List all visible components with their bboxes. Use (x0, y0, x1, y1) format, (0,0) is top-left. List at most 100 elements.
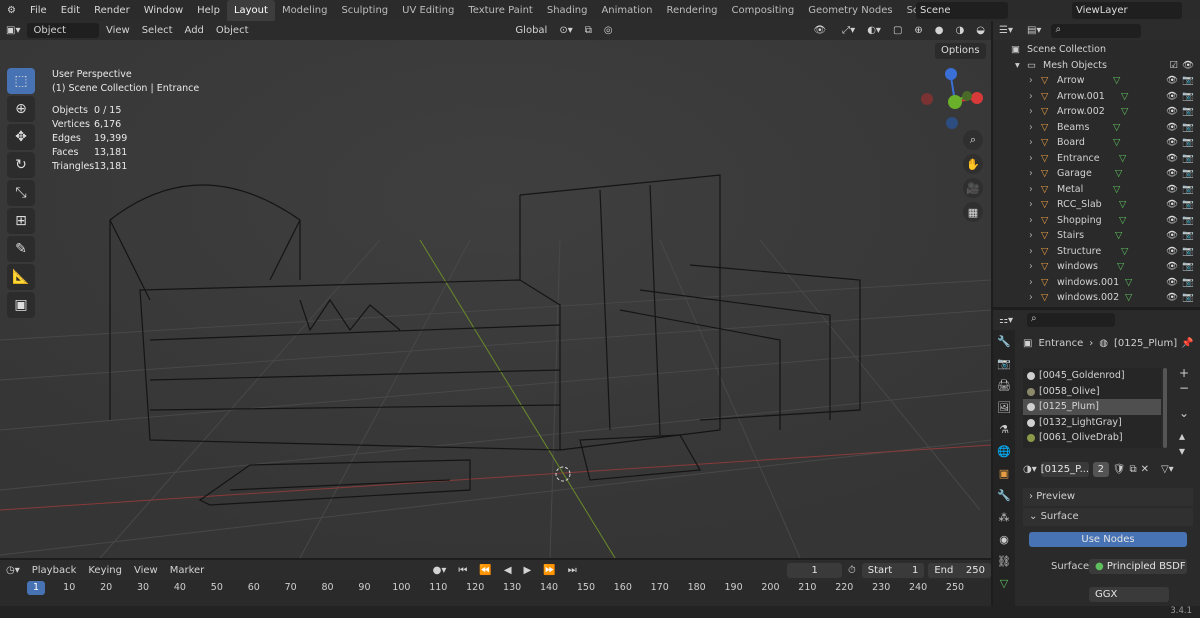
add-slot-icon[interactable]: + (1179, 366, 1189, 381)
camera-render-icon[interactable]: 📷 (1182, 73, 1194, 89)
outliner-object-row[interactable]: › ▽ Entrance ▽ 👁 📷 (993, 151, 1200, 167)
camera-render-icon[interactable]: 📷 (1182, 197, 1194, 213)
object-tab-icon[interactable]: ▣ (993, 462, 1015, 484)
modifier-tab-icon[interactable]: 🔧 (993, 484, 1015, 506)
scene-tab-icon[interactable]: ⚗ (993, 418, 1015, 440)
mesh-data-icon[interactable]: ▽ (1125, 275, 1132, 291)
eye-icon[interactable]: 👁 (1166, 135, 1178, 151)
camera-render-icon[interactable]: 📷 (1182, 259, 1194, 275)
mesh-data-icon[interactable]: ▽ (1121, 89, 1128, 105)
outliner-search-input[interactable]: ⌕ (1051, 23, 1142, 38)
play-reverse-icon[interactable]: ◀ (499, 563, 517, 578)
select-box-icon[interactable]: ⬚ (7, 68, 35, 94)
measure-icon[interactable]: 📐 (7, 264, 35, 290)
outliner-object-row[interactable]: › ▽ Arrow.002 ▽ 👁 📷 (993, 104, 1200, 120)
eye-icon[interactable]: 👁 (1166, 104, 1178, 120)
camera-render-icon[interactable]: 📷 (1182, 89, 1194, 105)
camera-render-icon[interactable]: 📷 (1182, 228, 1194, 244)
mesh-data-icon[interactable]: ▽ (1117, 259, 1124, 275)
checkbox-icon[interactable]: ☑ (1169, 58, 1178, 74)
expand-arrow-icon[interactable]: › (1029, 213, 1033, 229)
mesh-data-icon[interactable]: ▽ (1113, 182, 1120, 198)
rotate-icon[interactable]: ↻ (7, 152, 35, 178)
mesh-data-icon[interactable]: ▽ (1119, 151, 1126, 167)
xray-icon[interactable]: ▢ (888, 23, 907, 38)
menu-file[interactable]: File (23, 0, 54, 21)
view-layer-selector[interactable]: ViewLayer (1072, 2, 1182, 19)
camera-render-icon[interactable]: 📷 (1182, 120, 1194, 136)
overlays-icon[interactable]: ◐▾ (862, 23, 886, 38)
preview-panel[interactable]: › Preview (1023, 488, 1193, 506)
expand-arrow-icon[interactable]: › (1029, 89, 1033, 105)
gizmo-z-axis[interactable] (945, 68, 957, 80)
world-tab-icon[interactable]: 🌐 (993, 440, 1015, 462)
outliner-object-row[interactable]: › ▽ Metal ▽ 👁 📷 (993, 182, 1200, 198)
blender-logo-icon[interactable]: ⚙ (0, 0, 23, 21)
outliner-object-row[interactable]: › ▽ windows.002 ▽ 👁 📷 (993, 290, 1200, 306)
stopwatch-icon[interactable]: ⏱ (843, 563, 861, 578)
mesh-data-icon[interactable]: ▽ (1121, 104, 1128, 120)
current-frame-field[interactable]: 1 (787, 562, 842, 578)
eye-icon[interactable]: 👁 (1166, 182, 1178, 198)
outliner-object-row[interactable]: › ▽ Arrow ▽ 👁 📷 (993, 73, 1200, 89)
transform-icon[interactable]: ⊞ (7, 208, 35, 234)
annotate-icon[interactable]: ✎ (7, 236, 35, 262)
mesh-data-icon[interactable]: ▽ (1113, 73, 1120, 89)
tab-geometry-nodes[interactable]: Geometry Nodes (801, 0, 899, 21)
prev-key-icon[interactable]: ⏪ (474, 563, 496, 578)
play-icon[interactable]: ▶ (519, 563, 537, 578)
tab-layout[interactable]: Layout (226, 0, 275, 21)
mesh-objects-row[interactable]: ▾ ▭ Mesh Objects ☑ 👁 (993, 58, 1200, 74)
outliner-type-icon[interactable]: ☰▾ (999, 25, 1013, 36)
display-mode-icon[interactable]: ▤▾ (1027, 25, 1041, 36)
move-icon[interactable]: ✥ (7, 124, 35, 150)
material-slot[interactable]: [0058_Olive] (1023, 384, 1161, 400)
distribution-dropdown[interactable]: GGX (1089, 587, 1169, 602)
expand-arrow-icon[interactable]: › (1029, 244, 1033, 260)
eye-icon[interactable]: 👁 (1166, 166, 1178, 182)
gizmo-y-axis[interactable] (948, 95, 962, 109)
mesh-data-icon[interactable]: ▽ (1121, 244, 1128, 260)
expand-arrow-icon[interactable]: › (1029, 135, 1033, 151)
properties-type-icon[interactable]: ⚏▾ (999, 315, 1013, 326)
shading-wireframe-icon[interactable]: ⊕ (909, 23, 927, 38)
camera-render-icon[interactable]: 📷 (1182, 166, 1194, 182)
users-count[interactable]: 2 (1092, 462, 1109, 477)
eye-icon[interactable]: 👁 (1166, 228, 1178, 244)
pivot-icon[interactable]: ⊙▾ (554, 23, 577, 38)
next-key-icon[interactable]: ⏩ (538, 563, 560, 578)
snap-icon[interactable]: ⧉ (580, 23, 597, 38)
tab-animation[interactable]: Animation (594, 0, 659, 21)
gizmo-x-axis[interactable] (971, 92, 983, 104)
eye-icon[interactable]: 👁 (1166, 290, 1178, 306)
eye-icon[interactable]: 👁 (1166, 120, 1178, 136)
mesh-data-icon[interactable]: ▽ (1125, 290, 1132, 306)
output-tab-icon[interactable]: 🖨 (993, 374, 1015, 396)
gizmo-neg-z[interactable] (946, 117, 958, 129)
tool-tab-icon[interactable]: 🔧 (993, 330, 1015, 352)
menu-render[interactable]: Render (87, 0, 137, 21)
mesh-data-icon[interactable]: ▽ (1115, 166, 1122, 182)
data-tab-icon[interactable]: ▽ (993, 572, 1015, 594)
scene-collection-row[interactable]: ▣ Scene Collection (993, 42, 1200, 58)
record-icon[interactable]: ●▾ (428, 563, 452, 578)
gizmo-neg-y[interactable] (962, 91, 972, 101)
outliner-object-row[interactable]: › ▽ Structure ▽ 👁 📷 (993, 244, 1200, 260)
physics-tab-icon[interactable]: ◉ (993, 528, 1015, 550)
camera-render-icon[interactable]: 📷 (1182, 275, 1194, 291)
menu-view[interactable]: View (101, 23, 135, 38)
playback-menu[interactable]: Playback (27, 563, 82, 578)
menu-select[interactable]: Select (137, 23, 178, 38)
gizmo-neg-x[interactable] (921, 93, 933, 105)
outliner-object-row[interactable]: › ▽ windows ▽ 👁 📷 (993, 259, 1200, 275)
outliner-object-row[interactable]: › ▽ RCC_Slab ▽ 👁 📷 (993, 197, 1200, 213)
filter-icon[interactable]: ▽▾ (1161, 464, 1174, 475)
move-up-icon[interactable]: ▴ (1179, 429, 1189, 444)
expand-arrow-icon[interactable]: › (1029, 259, 1033, 275)
view-layer-tab-icon[interactable]: 🖼 (993, 396, 1015, 418)
menu-edit[interactable]: Edit (54, 0, 87, 21)
camera-render-icon[interactable]: 📷 (1182, 135, 1194, 151)
fake-user-icon[interactable]: 🛡 (1113, 464, 1126, 475)
mesh-data-icon[interactable]: ▽ (1119, 213, 1126, 229)
mesh-data-icon[interactable]: ▽ (1113, 135, 1120, 151)
